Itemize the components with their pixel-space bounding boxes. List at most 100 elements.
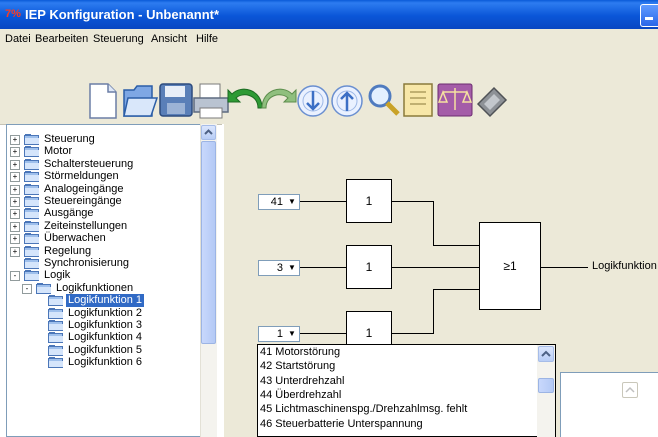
input-combo-3-value: 1: [276, 328, 283, 340]
logic-block-1[interactable]: 1: [346, 179, 392, 223]
dropdown-arrow-icon: ▼: [288, 329, 296, 338]
toolbar-buttons: [89, 83, 508, 119]
tree-node-label: Logik: [44, 269, 71, 282]
expand-icon[interactable]: +: [10, 159, 20, 170]
menu-bar: Datei Bearbeiten Steuerung Ansicht Hilfe: [0, 29, 658, 50]
folder-icon: [24, 270, 40, 282]
wire: [433, 245, 479, 246]
expand-icon[interactable]: +: [10, 147, 20, 158]
folder-icon: [24, 258, 40, 269]
expand-icon[interactable]: +: [10, 184, 20, 195]
expand-icon[interactable]: +: [10, 209, 20, 220]
input-combo-2-value: 3: [276, 262, 283, 274]
download-arrow-icon[interactable]: [297, 85, 329, 117]
expand-icon[interactable]: +: [10, 234, 20, 245]
upload-arrow-icon[interactable]: [331, 85, 363, 117]
folder-icon: [48, 357, 64, 369]
expand-icon[interactable]: +: [10, 135, 20, 145]
dropdown-option[interactable]: 41 Motorstörung: [260, 346, 340, 359]
output-wire: [541, 267, 588, 268]
minimize-button[interactable]: [640, 4, 658, 27]
wire: [300, 267, 346, 268]
dropdown-option[interactable]: 44 Überdrehzahl: [260, 389, 341, 402]
open-folder-icon[interactable]: [123, 85, 159, 117]
wire: [433, 289, 479, 290]
tree-node-label: Zeiteinstellungen: [44, 219, 128, 232]
search-magnifier-icon[interactable]: [368, 84, 400, 116]
folder-icon: [24, 146, 40, 158]
print-icon[interactable]: [193, 83, 229, 119]
menu-hilfe[interactable]: Hilfe: [196, 33, 218, 45]
wire: [433, 289, 434, 334]
tree-node-label: Logikfunktion 5: [68, 343, 142, 356]
save-disk-icon[interactable]: [159, 83, 193, 117]
menu-ansicht[interactable]: Ansicht: [151, 33, 187, 45]
wire: [300, 201, 346, 202]
tree-node-label: Logikfunktion 2: [68, 306, 142, 319]
minimize-icon: [645, 17, 653, 20]
expand-icon[interactable]: +: [10, 246, 20, 257]
collapse-icon[interactable]: -: [22, 283, 32, 294]
chevron-up-icon: [625, 386, 635, 393]
device-icon[interactable]: [476, 86, 508, 118]
input-combo-1[interactable]: 41 ▼: [258, 194, 300, 210]
menu-bearbeiten[interactable]: Bearbeiten: [35, 33, 88, 45]
tree-node-label: Analogeingänge: [44, 182, 124, 195]
dropdown-option[interactable]: 46 Steuerbatterie Unterspannung: [260, 418, 423, 431]
input-combo-3[interactable]: 1 ▼: [258, 326, 300, 342]
tree-node-label: Störmeldungen: [44, 170, 119, 183]
wire: [392, 201, 433, 202]
menu-steuerung[interactable]: Steuerung: [93, 33, 144, 45]
dropdown-option[interactable]: 42 Startstörung: [260, 360, 335, 373]
expand-icon[interactable]: +: [10, 197, 20, 207]
tree-scroll-up-button[interactable]: [201, 125, 216, 140]
folder-icon: [24, 233, 40, 245]
expand-icon[interactable]: +: [10, 221, 20, 232]
folder-icon: [48, 307, 64, 319]
wire: [392, 333, 433, 334]
folder-icon: [36, 282, 52, 294]
input-combo-1-value: 41: [270, 196, 283, 208]
app-logo-icon: 7%: [5, 8, 21, 20]
tree-node-label: Steuerung: [44, 133, 95, 145]
tree-node-label: Logikfunktion 3: [68, 319, 142, 331]
dropdown-option[interactable]: 43 Unterdrehzahl: [260, 375, 344, 388]
tree-node-label: Steuereingänge: [44, 195, 122, 207]
folder-icon: [48, 332, 64, 344]
menu-datei[interactable]: Datei: [5, 33, 31, 45]
properties-panel: [560, 372, 658, 437]
collapse-icon[interactable]: -: [10, 271, 20, 282]
tree-scroll-thumb[interactable]: [201, 141, 216, 344]
chevron-up-icon: [204, 129, 213, 135]
folder-icon: [24, 220, 40, 232]
wire: [392, 267, 479, 268]
or-gate[interactable]: ≥1: [479, 222, 541, 310]
undo-arrow-icon[interactable]: [227, 88, 263, 109]
tree-node-label: Logikfunktion 6: [68, 356, 142, 369]
tree-node-label: Schaltersteuerung: [44, 157, 134, 170]
logic-block-2[interactable]: 1: [346, 245, 392, 289]
dropdown-scroll-up-button[interactable]: [538, 346, 554, 362]
wire: [300, 333, 346, 334]
dropdown-option[interactable]: 45 Lichtmaschinenspg./Drehzahlmsg. fehlt: [260, 403, 467, 416]
wire: [433, 201, 434, 246]
new-document-icon[interactable]: [89, 83, 117, 119]
folder-icon: [48, 320, 64, 331]
expand-icon[interactable]: +: [10, 172, 20, 183]
folder-icon: [24, 245, 40, 257]
folder-icon: [24, 171, 40, 183]
dropdown-arrow-icon: ▼: [288, 263, 296, 272]
notebook-icon[interactable]: [403, 83, 433, 117]
folder-icon: [24, 208, 40, 220]
dropdown-scroll-thumb[interactable]: [538, 378, 554, 393]
scales-icon[interactable]: [437, 83, 473, 117]
tree-node-label: Ausgänge: [44, 207, 94, 220]
folder-icon: [24, 196, 40, 207]
folder-icon: [24, 158, 40, 170]
input-combo-2[interactable]: 3 ▼: [258, 260, 300, 276]
tree-node-label: Regelung: [44, 244, 92, 257]
output-label: Logikfunktion: [592, 260, 657, 272]
redo-arrow-icon[interactable]: [261, 88, 297, 109]
properties-scroll-up-button[interactable]: [622, 382, 638, 398]
tree-node-label: Logikfunktion 1: [66, 294, 144, 308]
